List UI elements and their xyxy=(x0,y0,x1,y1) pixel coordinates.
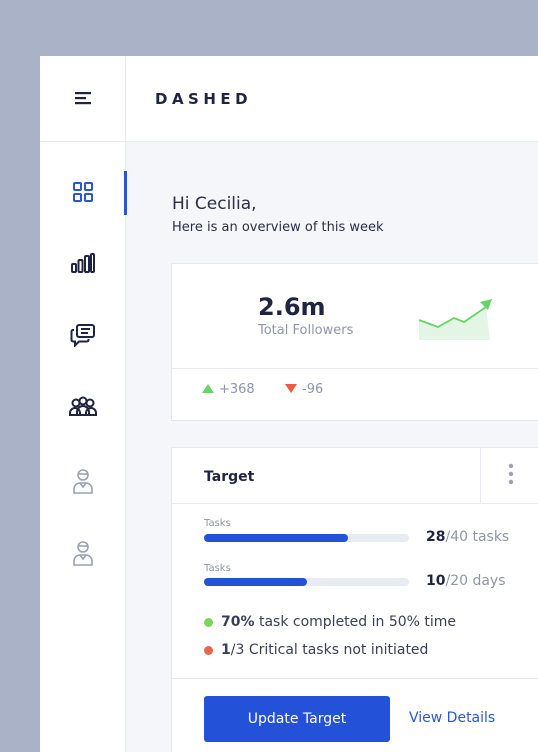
users-group-icon xyxy=(68,395,98,423)
sidebar-item-analytics[interactable] xyxy=(40,242,126,288)
divider xyxy=(172,678,538,679)
followers-decrease: -96 xyxy=(285,382,323,397)
days-progress-bar xyxy=(204,578,409,586)
completion-note-text: 70% task completed in 50% time xyxy=(221,614,457,630)
update-target-button[interactable]: Update Target xyxy=(204,696,390,742)
target-card: Target Tasks 28/40 tasks Tasks 10/20 day… xyxy=(171,447,538,752)
more-options-button[interactable] xyxy=(480,448,538,503)
main-content: Hi Cecilia, Here is an overview of this … xyxy=(127,143,538,752)
chat-icon xyxy=(70,323,96,351)
sidebar-item-messages[interactable] xyxy=(40,314,126,360)
divider xyxy=(172,503,538,504)
status-dot-green xyxy=(204,617,213,627)
followers-increase: +368 xyxy=(202,382,255,397)
followers-value: 2.6m xyxy=(258,293,326,321)
kebab-menu-icon xyxy=(508,463,514,489)
metric-label: Tasks xyxy=(204,518,231,529)
followers-card: 2.6m Total Followers +368 -96 xyxy=(171,263,538,421)
bar-chart-icon xyxy=(70,252,96,278)
days-progress-value: 10/20 days xyxy=(426,573,506,589)
tasks-progress-bar xyxy=(204,534,409,542)
critical-note: 1/3 Critical tasks not initiated xyxy=(204,642,428,658)
completion-note: 70% task completed in 50% time xyxy=(204,614,456,630)
greeting-title: Hi Cecilia, xyxy=(172,194,257,214)
brand-logo: DASHED xyxy=(155,90,253,108)
followers-decrease-value: -96 xyxy=(302,382,324,397)
tasks-progress-fill xyxy=(204,534,348,542)
app-window: DASHED Hi Cecilia, Here is an overview o… xyxy=(40,56,538,752)
followers-label: Total Followers xyxy=(258,323,354,338)
hamburger-menu-icon xyxy=(74,90,92,109)
tasks-progress-value: 28/40 tasks xyxy=(426,529,510,545)
critical-note-text: 1/3 Critical tasks not initiated xyxy=(221,642,429,658)
dashboard-grid-icon xyxy=(72,181,94,207)
sidebar-item-account[interactable] xyxy=(40,532,126,578)
divider xyxy=(172,368,538,369)
status-dot-red xyxy=(204,645,213,655)
days-progress-fill xyxy=(204,578,307,586)
followers-trend-sparkline xyxy=(416,294,494,344)
sidebar-item-dashboard[interactable] xyxy=(40,171,127,217)
sidebar-item-profile[interactable] xyxy=(40,460,126,506)
sidebar-item-team[interactable] xyxy=(40,386,126,432)
top-bar: DASHED xyxy=(40,56,538,142)
sidebar xyxy=(40,142,127,752)
triangle-up-icon xyxy=(202,382,214,397)
user-icon xyxy=(71,467,95,499)
view-details-link[interactable]: View Details xyxy=(409,710,495,726)
user-icon xyxy=(71,539,95,571)
menu-button[interactable] xyxy=(40,56,126,142)
target-title: Target xyxy=(204,469,255,485)
triangle-down-icon xyxy=(285,382,297,397)
metric-label: Tasks xyxy=(204,563,231,574)
greeting-subtitle: Here is an overview of this week xyxy=(172,220,384,235)
followers-increase-value: +368 xyxy=(219,382,255,397)
